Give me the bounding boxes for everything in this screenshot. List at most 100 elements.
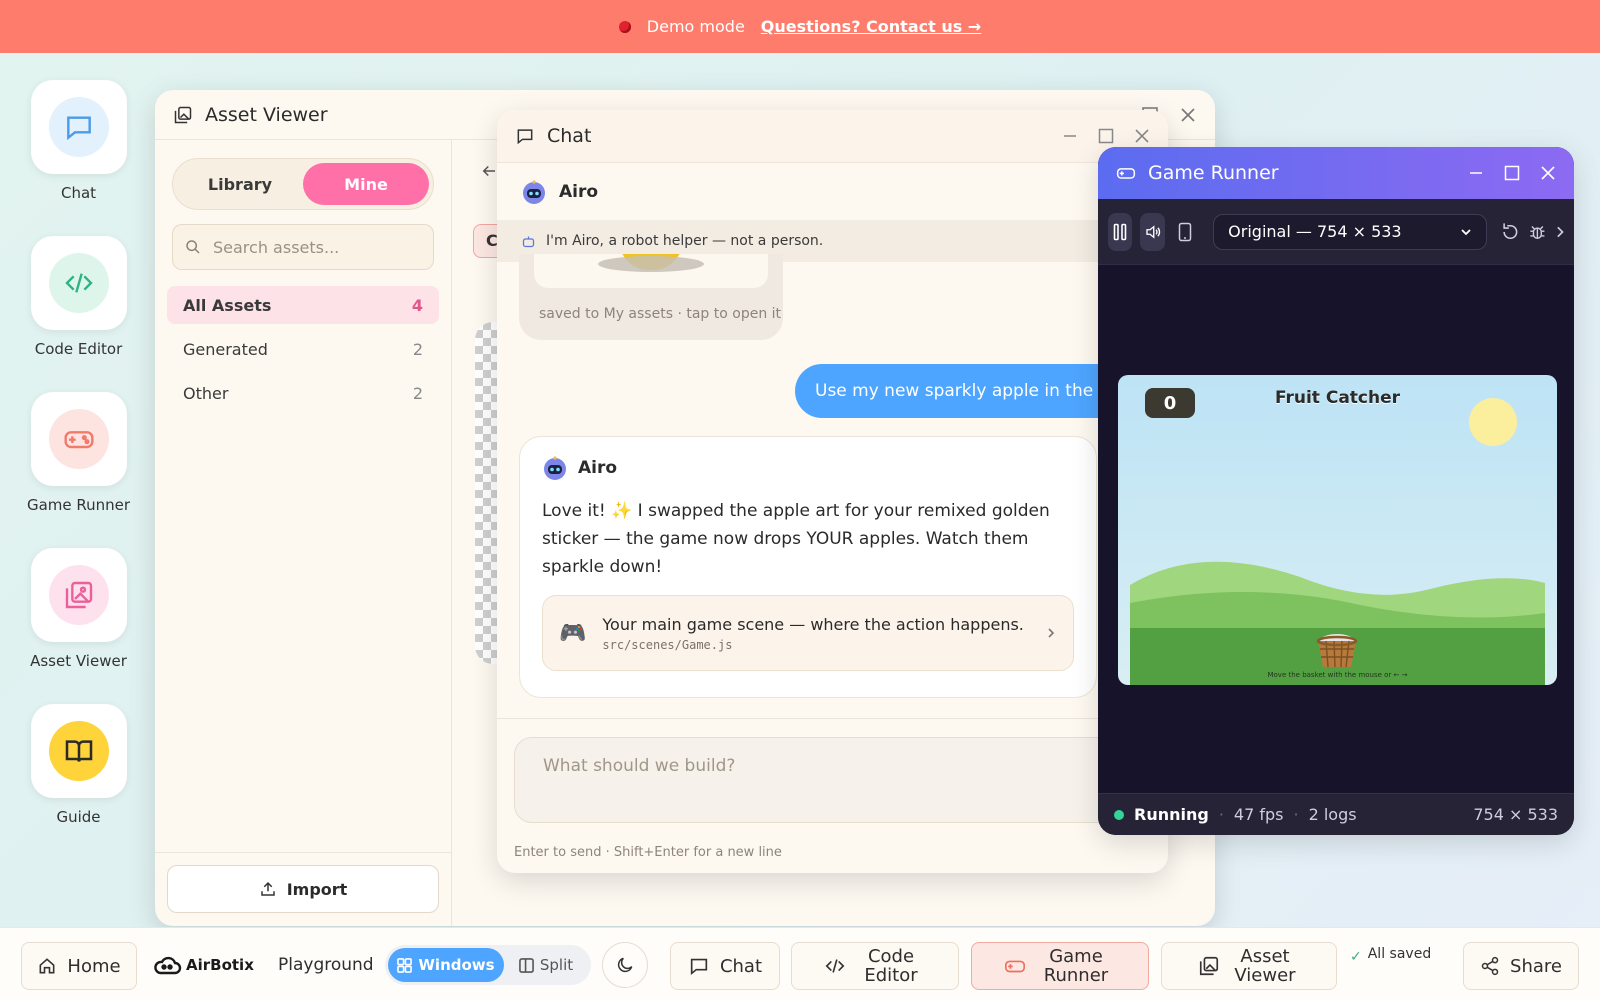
device-button[interactable] bbox=[1173, 213, 1197, 251]
save-status-label: All saved bbox=[1367, 946, 1432, 962]
minimize-icon[interactable] bbox=[1468, 165, 1484, 181]
windows-label: Windows bbox=[418, 956, 495, 974]
robot-icon bbox=[523, 179, 545, 204]
input-hint: Enter to send · Shift+Enter for a new li… bbox=[514, 845, 782, 860]
back-arrow-icon[interactable] bbox=[480, 162, 498, 180]
saved-asset-card[interactable]: saved to My assets · tap to open it bbox=[519, 254, 783, 340]
dock-game-runner-label: Game Runner bbox=[26, 496, 131, 514]
windows-mode-button[interactable]: Windows bbox=[388, 948, 504, 982]
dock-chat-label: Chat bbox=[60, 184, 97, 202]
upload-icon bbox=[260, 881, 275, 896]
category-count: 2 bbox=[412, 339, 423, 359]
dock-code-editor[interactable]: Code Editor bbox=[20, 236, 137, 358]
maximize-icon[interactable] bbox=[1504, 165, 1520, 181]
share-label: Share bbox=[1510, 955, 1562, 977]
close-icon[interactable] bbox=[1134, 128, 1150, 144]
split-label: Split bbox=[539, 956, 574, 974]
search-input[interactable]: Search assets... bbox=[172, 224, 434, 270]
import-button[interactable]: Import bbox=[167, 865, 439, 913]
book-icon bbox=[48, 721, 109, 781]
chat-icon bbox=[690, 958, 708, 976]
chat-icon bbox=[517, 129, 533, 145]
library-toggle: Library Mine bbox=[172, 158, 434, 210]
chat-title: Chat bbox=[547, 125, 592, 147]
image-icon bbox=[48, 565, 109, 625]
taskbar-code-editor[interactable]: Code Editor bbox=[791, 942, 959, 990]
tab-mine[interactable]: Mine bbox=[303, 163, 429, 205]
code-icon bbox=[48, 253, 109, 313]
bot-name: Airo bbox=[578, 458, 618, 478]
maximize-icon[interactable] bbox=[1098, 128, 1114, 144]
taskbar-chat[interactable]: Chat bbox=[670, 942, 780, 990]
file-description: Your main game scene — where the action … bbox=[602, 614, 1024, 634]
import-label: Import bbox=[286, 879, 348, 899]
bug-icon[interactable] bbox=[1528, 222, 1547, 242]
dock-guide[interactable]: Guide bbox=[20, 704, 137, 826]
close-icon[interactable] bbox=[1179, 106, 1197, 124]
share-button[interactable]: Share bbox=[1463, 942, 1579, 990]
taskbar-game-runner[interactable]: Game Runner bbox=[971, 942, 1149, 990]
logs-text[interactable]: 2 logs bbox=[1309, 805, 1357, 824]
user-message: Use my new sparkly apple in the ga bbox=[795, 364, 1125, 418]
restart-icon[interactable] bbox=[1501, 222, 1520, 242]
chat-input[interactable]: What should we build? bbox=[514, 737, 1134, 823]
game-runner-window: Game Runner Original — 754 × 533 0 Fruit… bbox=[1098, 147, 1574, 835]
category-generated[interactable]: Generated 2 bbox=[167, 330, 439, 368]
basket-graphic bbox=[1316, 634, 1358, 668]
category-other[interactable]: Other 2 bbox=[167, 374, 439, 412]
dock-game-runner[interactable]: Game Runner bbox=[20, 392, 137, 514]
category-count: 4 bbox=[411, 295, 423, 315]
save-status: ✓ All saved bbox=[1350, 946, 1431, 965]
view-mode-toggle: Windows Split bbox=[385, 945, 591, 985]
dock-asset-viewer[interactable]: Asset Viewer bbox=[20, 548, 137, 670]
home-button[interactable]: Home bbox=[21, 942, 137, 990]
brand-logo[interactable]: AirBotix bbox=[152, 953, 254, 977]
running-indicator bbox=[1114, 809, 1124, 820]
taskbar-asset-viewer-label: Asset Viewer bbox=[1234, 946, 1296, 986]
chat-titlebar[interactable]: Chat bbox=[497, 110, 1168, 162]
close-icon[interactable] bbox=[1540, 165, 1556, 181]
tab-library[interactable]: Library bbox=[177, 163, 303, 205]
category-all-assets[interactable]: All Assets 4 bbox=[167, 286, 439, 324]
dock-chat[interactable]: Chat bbox=[20, 80, 137, 202]
cloud-logo-icon bbox=[154, 956, 182, 975]
category-count: 2 bbox=[412, 383, 423, 403]
dock-asset-viewer-label: Asset Viewer bbox=[30, 652, 127, 670]
fps-text: 47 fps bbox=[1233, 805, 1284, 824]
split-mode-button[interactable]: Split bbox=[504, 956, 588, 974]
game-runner-title: Game Runner bbox=[1148, 162, 1279, 184]
bot-name: Airo bbox=[559, 181, 599, 202]
game-status-bar: Running · 47 fps · 2 logs 754 × 533 bbox=[1098, 793, 1574, 835]
taskbar-chat-label: Chat bbox=[719, 955, 763, 977]
taskbar-game-runner-label: Game Runner bbox=[1043, 946, 1109, 986]
playground-link[interactable]: Playground bbox=[278, 955, 374, 975]
asset-sidebar: Library Mine Search assets... All Assets… bbox=[155, 140, 452, 926]
pause-button[interactable] bbox=[1108, 212, 1133, 251]
pause-icon bbox=[1113, 223, 1127, 240]
canvas-size: 754 × 533 bbox=[1473, 805, 1558, 824]
search-icon bbox=[186, 240, 200, 254]
contact-link[interactable]: Questions? Contact us → bbox=[761, 17, 981, 36]
search-placeholder: Search assets... bbox=[213, 237, 340, 257]
home-icon bbox=[39, 958, 55, 974]
checkmark-icon: ✓ bbox=[1350, 949, 1362, 965]
taskbar-asset-viewer[interactable]: Asset Viewer bbox=[1161, 942, 1337, 990]
status-text: Running bbox=[1134, 805, 1209, 824]
separator: · bbox=[1293, 805, 1299, 824]
game-controller-icon: 🎮 bbox=[559, 620, 587, 646]
resolution-select[interactable]: Original — 754 × 533 bbox=[1213, 213, 1488, 250]
game-runner-titlebar[interactable]: Game Runner bbox=[1098, 147, 1574, 199]
file-link-card[interactable]: 🎮 Your main game scene — where the actio… bbox=[542, 595, 1074, 671]
sound-button[interactable] bbox=[1140, 212, 1165, 251]
chat-window: Chat Airo I'm Airo, a robot helper — not… bbox=[497, 110, 1168, 873]
home-label: Home bbox=[67, 955, 121, 977]
minimize-icon[interactable] bbox=[1062, 128, 1078, 144]
gamepad-icon bbox=[1005, 960, 1025, 973]
game-canvas[interactable]: 0 Fruit Catcher Move the basket with the… bbox=[1118, 375, 1557, 685]
chevron-right-icon[interactable] bbox=[1555, 225, 1564, 239]
chat-input-placeholder: What should we build? bbox=[543, 756, 736, 776]
asset-viewer-title: Asset Viewer bbox=[205, 103, 328, 126]
bot-message: Airo Love it! ✨ I swapped the apple art … bbox=[519, 436, 1097, 698]
chevron-down-icon bbox=[1461, 228, 1471, 235]
theme-toggle-button[interactable] bbox=[602, 942, 648, 988]
